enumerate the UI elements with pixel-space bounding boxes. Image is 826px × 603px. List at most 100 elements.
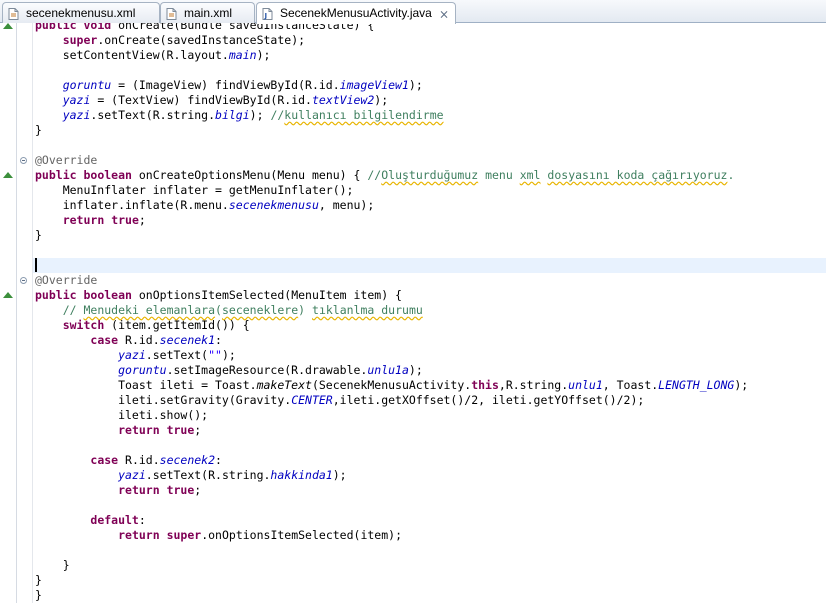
- code-token: seceneklere: [221, 303, 299, 317]
- code-token: Toast ileti = Toast.: [35, 378, 257, 392]
- code-line[interactable]: return true;: [35, 423, 201, 438]
- code-token: super: [166, 528, 202, 542]
- code-token: = (ImageView) findViewById(R.id.: [111, 78, 340, 92]
- code-token: }: [35, 573, 42, 587]
- code-line[interactable]: }: [35, 573, 42, 588]
- code-token: void: [83, 23, 112, 32]
- code-line[interactable]: }: [35, 123, 42, 138]
- code-line[interactable]: goruntu = (ImageView) findViewById(R.id.…: [35, 78, 423, 93]
- code-token: return: [118, 423, 160, 437]
- xml-file-icon: [8, 7, 19, 20]
- tab-label: secenekmenusu.xml: [26, 6, 136, 20]
- code-token: xml: [519, 168, 541, 182]
- code-line[interactable]: inflater.inflate(R.menu.secenekmenusu, m…: [35, 198, 375, 213]
- code-token: , menu);: [318, 198, 375, 212]
- code-token: );: [256, 48, 271, 62]
- code-token: ileti.setGravity(Gravity.: [35, 393, 292, 407]
- code-line[interactable]: yazi.setText("");: [35, 348, 236, 363]
- code-token: true: [111, 213, 139, 227]
- code-token: default: [90, 513, 139, 527]
- code-token: textView2: [311, 93, 375, 107]
- code-token: public: [35, 288, 77, 302]
- code-line[interactable]: }: [35, 228, 42, 243]
- code-line[interactable]: // Menudeki elemanlara(seceneklere) tıkl…: [35, 303, 423, 318]
- fold-collapse-icon[interactable]: [20, 277, 27, 284]
- code-line[interactable]: }: [35, 588, 42, 603]
- tab-secenekmenusu-xml[interactable]: secenekmenusu.xml: [2, 2, 160, 23]
- code-token: "": [208, 348, 222, 362]
- code-token: }: [35, 228, 42, 242]
- code-editor[interactable]: public void onCreate(Bundle savedInstanc…: [0, 23, 826, 603]
- code-token: case: [90, 453, 119, 467]
- code-token: }: [35, 123, 42, 137]
- code-line[interactable]: setContentView(R.layout.main);: [35, 48, 271, 63]
- code-line[interactable]: yazi.setText(R.string.bilgi); //kullanıc…: [35, 108, 444, 123]
- code-line[interactable]: }: [35, 558, 70, 573]
- code-token: onCreateOptionsMenu(Menu menu) {: [131, 168, 368, 182]
- xml-file-icon: [166, 7, 177, 20]
- code-line[interactable]: @Override: [35, 273, 97, 288]
- override-marker-icon[interactable]: [3, 23, 13, 29]
- code-line[interactable]: return super.onOptionsItemSelected(item)…: [35, 528, 402, 543]
- code-line[interactable]: ileti.show();: [35, 408, 208, 423]
- fold-collapse-icon[interactable]: [20, 157, 27, 164]
- code-token: super: [62, 33, 98, 47]
- code-line[interactable]: return true;: [35, 213, 146, 228]
- code-token: = (TextView) findViewById(R.id.: [90, 93, 312, 107]
- code-token: unlu1: [568, 378, 603, 392]
- code-token: R.id.: [118, 453, 160, 467]
- code-token: boolean: [83, 168, 132, 182]
- code-token: .setImageResource(R.drawable.: [166, 363, 368, 377]
- code-line[interactable]: super.onCreate(savedInstanceState);: [35, 33, 305, 48]
- code-token: hakkinda1: [270, 468, 333, 482]
- code-line[interactable]: public boolean onCreateOptionsMenu(Menu …: [35, 168, 734, 183]
- code-token: this: [471, 378, 499, 392]
- code-line[interactable]: switch (item.getItemId()) {: [35, 318, 250, 333]
- code-line[interactable]: yazi.setText(R.string.hakkinda1);: [35, 468, 347, 483]
- close-icon[interactable]: ⨯: [439, 5, 449, 24]
- code-token: true: [166, 483, 195, 497]
- code-token: .: [727, 168, 735, 182]
- code-token: secenek1: [159, 333, 216, 347]
- code-line[interactable]: default:: [35, 513, 145, 528]
- code-token: goruntu: [62, 78, 112, 92]
- tab-main-xml[interactable]: main.xml: [160, 2, 255, 23]
- code-token: }: [35, 588, 42, 602]
- code-token: yazi: [118, 348, 146, 362]
- code-line[interactable]: public void onCreate(Bundle savedInstanc…: [35, 23, 374, 33]
- code-token: secenekmenusu: [228, 198, 319, 212]
- code-token: :: [215, 453, 222, 467]
- text-caret: [35, 258, 37, 272]
- code-line[interactable]: ileti.setGravity(Gravity.CENTER,ileti.ge…: [35, 393, 644, 408]
- code-token: ;: [194, 483, 202, 497]
- java-file-icon: J: [262, 7, 273, 20]
- svg-text:J: J: [264, 12, 268, 20]
- code-line[interactable]: goruntu.setImageResource(R.drawable.unlu…: [35, 363, 423, 378]
- vertical-ruler: [0, 23, 16, 603]
- tab-secenekmenusuactivity-java[interactable]: J SecenekMenusuActivity.java ⨯: [256, 2, 456, 24]
- override-marker-icon[interactable]: [3, 172, 13, 178]
- code-line[interactable]: Toast ileti = Toast.makeText(SecenekMenu…: [35, 378, 748, 393]
- code-line[interactable]: return true;: [35, 483, 201, 498]
- code-line[interactable]: MenuInflater inflater = getMenuInflater(…: [35, 183, 354, 198]
- code-token: yazi: [118, 468, 146, 482]
- code-line[interactable]: public boolean onOptionsItemSelected(Men…: [35, 288, 402, 303]
- code-line[interactable]: case R.id.secenek1:: [35, 333, 222, 348]
- tab-label: SecenekMenusuActivity.java: [280, 6, 432, 20]
- override-marker-icon[interactable]: [3, 292, 13, 298]
- code-line[interactable]: case R.id.secenek2:: [35, 453, 222, 468]
- code-line[interactable]: @Override: [35, 153, 97, 168]
- code-token: :: [215, 333, 222, 347]
- code-token: makeText: [256, 378, 312, 392]
- code-line[interactable]: yazi = (TextView) findViewById(R.id.text…: [35, 93, 388, 108]
